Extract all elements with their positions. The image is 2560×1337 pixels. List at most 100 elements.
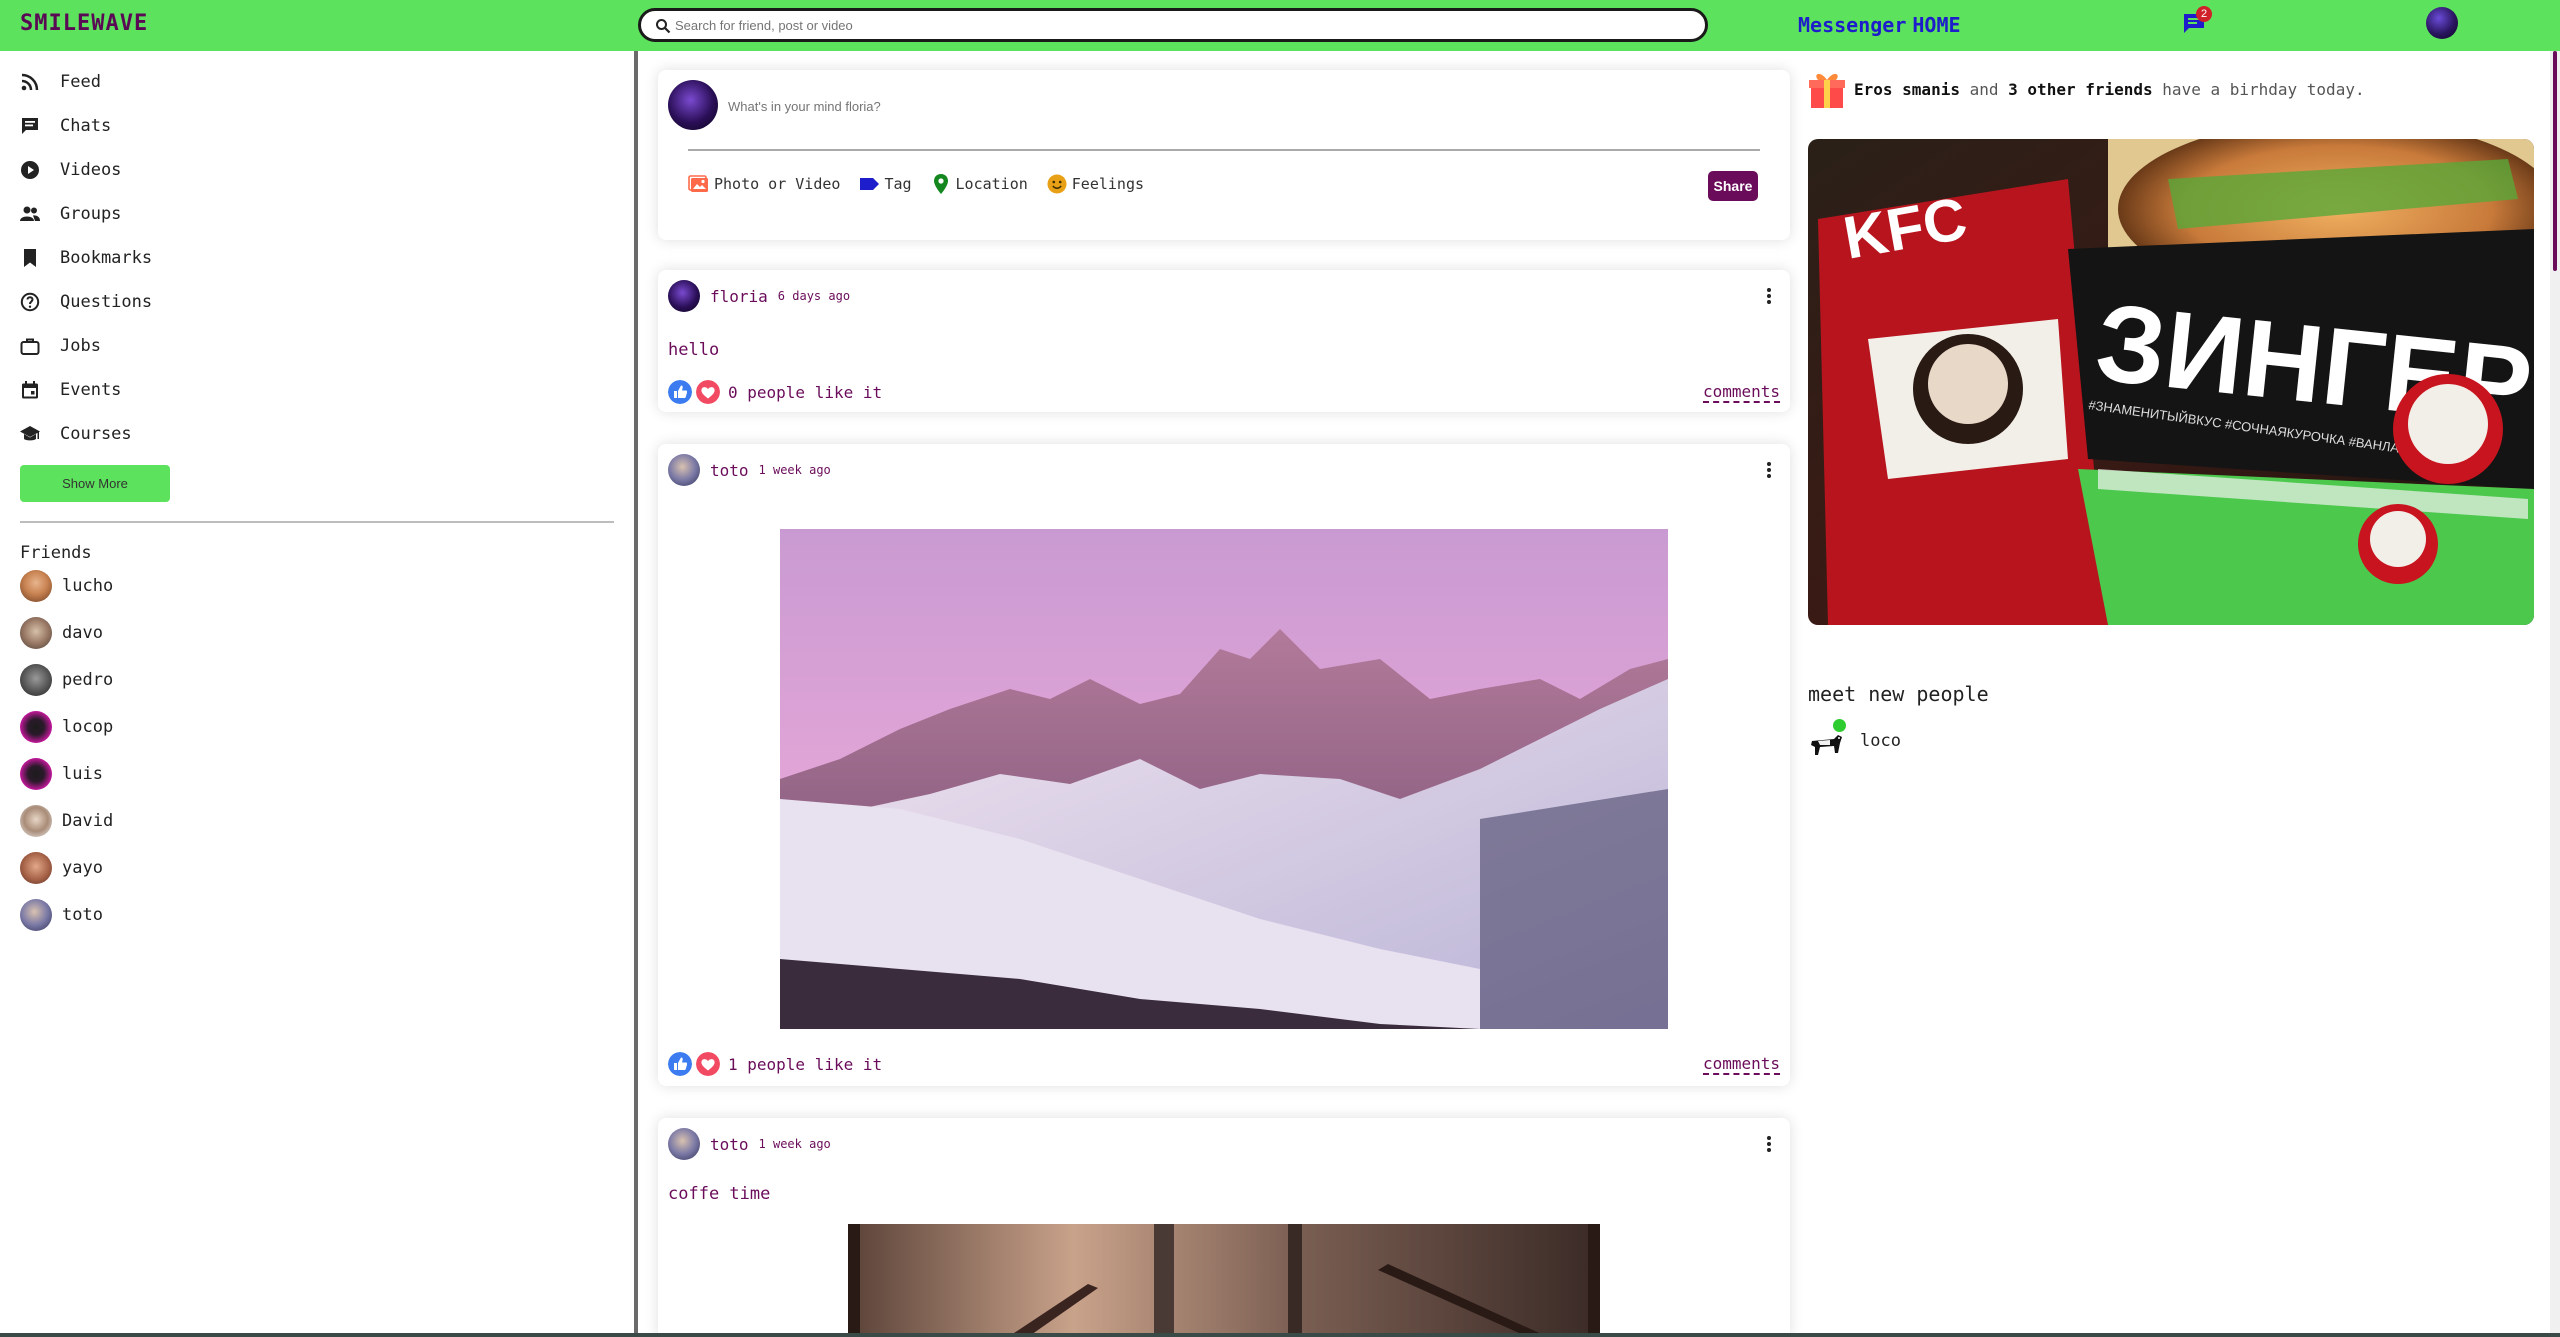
page-scrollbar-thumb[interactable]: [2553, 51, 2557, 271]
sidebar-item-label: Videos: [60, 160, 122, 180]
comments-link[interactable]: comments: [1702, 382, 1780, 403]
friend-item-david[interactable]: David: [20, 804, 113, 838]
avatar: [668, 80, 718, 130]
like-icon[interactable]: [668, 1052, 692, 1076]
gift-icon: [1809, 73, 1845, 108]
search-input[interactable]: [675, 13, 1675, 37]
post-username[interactable]: toto: [710, 1135, 749, 1154]
sidebar-item-videos[interactable]: Videos: [20, 155, 121, 185]
sidebar-item-label: Questions: [60, 292, 153, 312]
avatar[interactable]: [668, 280, 700, 312]
like-icon[interactable]: [668, 380, 692, 404]
friend-item-locop[interactable]: locop: [20, 710, 113, 744]
online-status-dot: [1833, 719, 1846, 732]
birthday-friend-name[interactable]: Eros smanis: [1854, 80, 1960, 99]
nav-home-link[interactable]: HOME: [1912, 13, 1960, 37]
post-username[interactable]: toto: [710, 461, 749, 480]
birthday-rest: have a birhday today.: [2162, 79, 2365, 99]
sidebar-item-feed[interactable]: Feed: [20, 67, 101, 97]
sponsored-ad-image[interactable]: KFC ЗИНГЕР #ЗНАМЕНИТЫЙВКУС #СОЧНАЯКУРОЧК…: [1808, 139, 2534, 625]
sidebar-item-bookmarks[interactable]: Bookmarks: [20, 243, 152, 273]
search-bar[interactable]: [638, 8, 1708, 42]
sidebar-item-label: Jobs: [60, 336, 101, 356]
avatar[interactable]: [668, 1128, 700, 1160]
friend-name: lucho: [62, 576, 114, 596]
sidebar-scrollbar[interactable]: [634, 51, 638, 1333]
friend-item-toto[interactable]: toto: [20, 898, 103, 932]
message-badge: 2: [2196, 6, 2212, 22]
post-reactions: 0 people like it: [668, 380, 882, 404]
post-text: hello: [668, 340, 720, 360]
post-image-coffee[interactable]: [848, 1224, 1600, 1337]
nav-messenger-link[interactable]: Messenger: [1798, 13, 1906, 37]
school-icon: [20, 426, 40, 441]
online-friend-name: loco: [1860, 731, 1901, 751]
bookmark-icon: [24, 249, 36, 267]
more-vert-icon[interactable]: [1766, 286, 1772, 306]
friend-item-lucho[interactable]: lucho: [20, 569, 113, 603]
sidebar-item-label: Events: [60, 380, 122, 400]
friend-item-yayo[interactable]: yayo: [20, 851, 103, 885]
share-option-label: Photo or Video: [714, 175, 841, 193]
meet-new-people-title: meet new people: [1808, 682, 1989, 706]
like-count: 1 people like it: [728, 1054, 883, 1074]
tag-icon: [860, 178, 880, 190]
share-option-label: Location: [955, 175, 1028, 193]
sidebar-item-questions[interactable]: Questions: [20, 287, 152, 317]
top-bar: SMILEWAVE MessengerHOME 2: [0, 0, 2560, 51]
share-divider: [688, 149, 1760, 151]
sidebar-item-events[interactable]: Events: [20, 375, 121, 405]
share-option-location[interactable]: Location: [930, 173, 1028, 195]
post-card: toto 1 week ago 1 people like it comment…: [658, 444, 1790, 1086]
post-timestamp: 1 week ago: [758, 463, 831, 477]
share-button[interactable]: Share: [1708, 171, 1758, 201]
post-image-mountains[interactable]: [780, 529, 1668, 1029]
mountain-photo: [780, 529, 1668, 1029]
share-option-tag[interactable]: Tag: [858, 173, 912, 195]
like-count: 0 people like it: [728, 382, 883, 402]
sidebar-item-chats[interactable]: Chats: [20, 111, 111, 141]
location-pin-icon: [933, 174, 948, 194]
post-timestamp: 6 days ago: [777, 289, 851, 303]
heart-icon[interactable]: [696, 380, 720, 404]
friend-item-luis[interactable]: luis: [20, 757, 103, 791]
more-vert-icon[interactable]: [1766, 460, 1772, 480]
avatar: [1808, 719, 1846, 759]
kfc-ad-photo: KFC ЗИНГЕР #ЗНАМЕНИТЫЙВКУС #СОЧНАЯКУРОЧК…: [1808, 139, 2534, 625]
more-vert-icon[interactable]: [1766, 1134, 1772, 1154]
top-nav: Messenger HOME: [1798, 13, 1967, 37]
sidebar-item-groups[interactable]: Groups: [20, 199, 121, 229]
post-header: toto 1 week ago: [668, 1128, 831, 1160]
friend-name: pedro: [62, 670, 114, 690]
friend-item-pedro[interactable]: pedro: [20, 663, 113, 697]
avatar: [20, 805, 52, 837]
heart-icon[interactable]: [696, 1052, 720, 1076]
friend-item-davo[interactable]: davo: [20, 616, 103, 650]
app-logo[interactable]: SMILEWAVE: [20, 11, 148, 36]
post-username[interactable]: floria: [710, 287, 768, 306]
post-card: floria 6 days ago hello 0 people like it…: [658, 270, 1790, 412]
online-friend-loco[interactable]: loco: [1808, 716, 1901, 766]
profile-avatar[interactable]: [2426, 7, 2458, 39]
show-more-button[interactable]: Show More: [20, 465, 170, 502]
share-option-photo[interactable]: Photo or Video: [688, 173, 840, 195]
birthday-notice: Eros smanis and 3 other friends have a b…: [1808, 68, 2365, 110]
birthday-text: Eros smanis and 3 other friends have a b…: [1854, 80, 2365, 99]
post-text: coffe time: [668, 1184, 771, 1204]
friend-name: David: [62, 811, 114, 831]
post-header: floria 6 days ago: [668, 280, 850, 312]
share-option-feelings[interactable]: Feelings: [1046, 173, 1144, 195]
friend-name: luis: [62, 764, 103, 784]
avatar: [20, 570, 52, 602]
share-input[interactable]: [728, 96, 1628, 116]
friend-name: davo: [62, 623, 103, 643]
post-header: toto 1 week ago: [668, 454, 831, 486]
sidebar-item-jobs[interactable]: Jobs: [20, 331, 101, 361]
sidebar-item-courses[interactable]: Courses: [20, 419, 132, 449]
avatar: [20, 664, 52, 696]
birthday-others[interactable]: 3 other friends: [2008, 80, 2153, 99]
comments-link[interactable]: comments: [1702, 1054, 1780, 1075]
photo-icon: [688, 175, 708, 192]
friend-name: toto: [62, 905, 103, 925]
avatar[interactable]: [668, 454, 700, 486]
